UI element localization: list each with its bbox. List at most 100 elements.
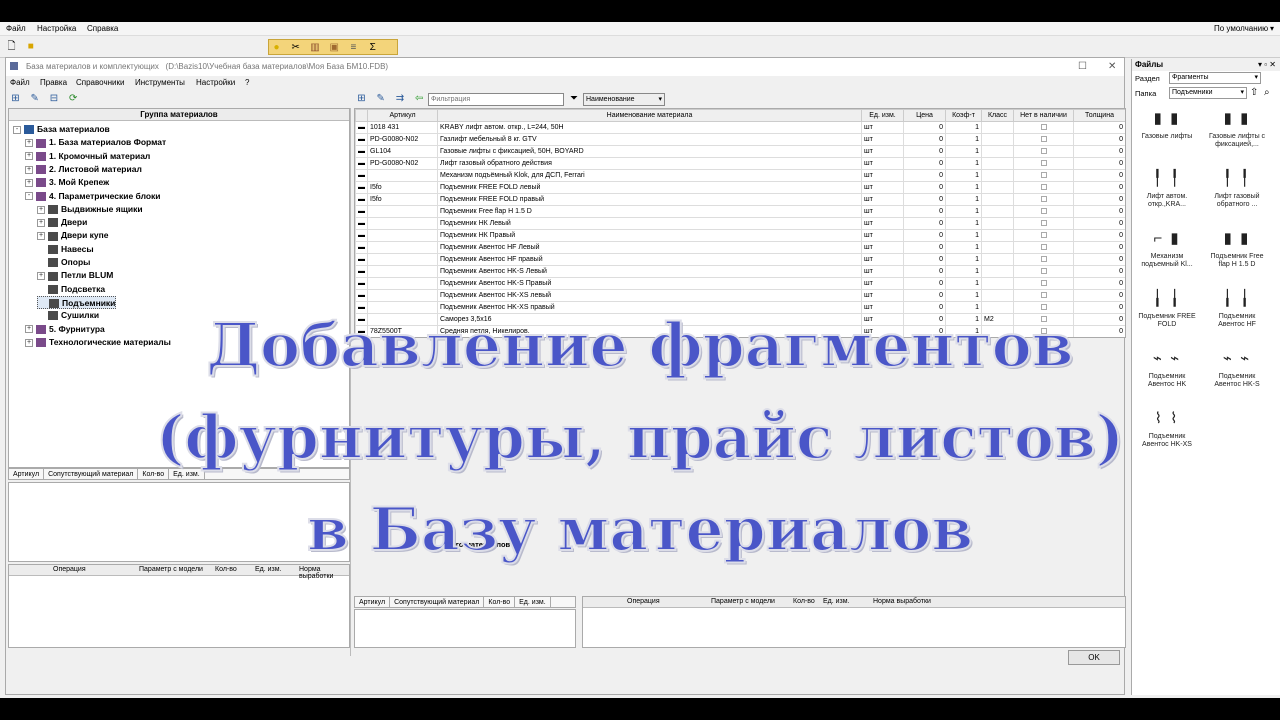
out-of-stock-checkbox[interactable] xyxy=(1040,231,1047,238)
ops-column-header[interactable]: Норма выработки xyxy=(873,598,931,605)
out-of-stock-checkbox[interactable] xyxy=(1040,219,1047,226)
collapse-icon[interactable]: - xyxy=(25,192,33,201)
out-of-stock-checkbox[interactable] xyxy=(1040,207,1047,214)
tree-node[interactable]: - 4. Параметрические блоки xyxy=(25,190,161,203)
table-row[interactable]: ▬ Подъемник Авентос HK-S Правый шт 0 1 0 xyxy=(355,277,1125,290)
table-row[interactable]: ▬ 1018 431 KRABY лифт автом. откр., L=244,… xyxy=(355,121,1125,134)
table-row[interactable]: ▬ Подъемник Free flap H 1.5 Dшт 0 1 0 xyxy=(355,205,1125,218)
column-header[interactable]: Толщина xyxy=(1073,109,1125,122)
tree-node[interactable]: Опоры xyxy=(37,256,90,269)
folder-select[interactable]: Подъемники ▾ xyxy=(1169,87,1247,99)
ops-column-header[interactable]: Ед. изм. xyxy=(823,598,850,605)
add-material-icon[interactable]: ⊞ xyxy=(354,91,369,106)
tree-node[interactable]: + Петли BLUM xyxy=(37,269,113,282)
column-header[interactable]: Класс xyxy=(981,109,1014,122)
tree-node[interactable]: Подсветка xyxy=(37,283,105,296)
submenu-file[interactable]: Файл xyxy=(10,78,30,87)
fragment-tile[interactable]: ▮ ▮ Подъемник Free flap H 1.5 D xyxy=(1208,225,1266,269)
menu-file[interactable]: Файл xyxy=(6,24,26,33)
back-arrow-icon[interactable]: ⇦ xyxy=(412,91,427,106)
submenu-references[interactable]: Справочники xyxy=(76,78,124,87)
submenu-about[interactable]: ? xyxy=(245,78,249,87)
ops-column-header[interactable]: Кол-во xyxy=(793,598,815,605)
tree-node[interactable]: + Выдвижные ящики xyxy=(37,203,143,216)
expand-icon[interactable]: + xyxy=(25,152,33,161)
chevron-down-icon[interactable]: ▾ xyxy=(1270,24,1274,33)
tree-node[interactable]: Навесы xyxy=(37,243,94,256)
ok-button[interactable]: OK xyxy=(1068,650,1120,665)
scissors-icon[interactable]: ✂ xyxy=(288,40,303,55)
table-row[interactable]: ▬ I5fo Подъемник FREE FOLD правый шт 0 1 0 xyxy=(355,193,1125,206)
folder-up-icon[interactable]: ⇧ xyxy=(1250,87,1258,98)
bulb-icon[interactable]: ● xyxy=(269,40,284,55)
expand-icon[interactable]: + xyxy=(25,178,33,187)
detail-tab[interactable]: Артикул xyxy=(355,597,391,608)
expand-icon[interactable]: + xyxy=(37,205,45,214)
column-header[interactable]: Цена xyxy=(903,109,946,122)
table-row[interactable]: ▬ GL104 Газовые лифты с фиксацией, 50H, BO… xyxy=(355,145,1125,158)
out-of-stock-checkbox[interactable] xyxy=(1040,195,1047,202)
out-of-stock-checkbox[interactable] xyxy=(1040,267,1047,274)
ops-column-header[interactable]: Операция xyxy=(627,598,660,605)
detail-tab[interactable]: Ед. изм. xyxy=(515,597,551,608)
table-row[interactable]: ▬ Подъемник НК Левый шт 0 1 0 xyxy=(355,217,1125,230)
search-icon[interactable]: ⌕ xyxy=(1264,87,1270,98)
tree-node[interactable]: +3. Мой Крепеж xyxy=(25,176,109,189)
stack-icon[interactable]: ≡ xyxy=(346,40,361,55)
table-row[interactable]: ▬ PD-G0080-N02 Лифт газовый обратного дейс… xyxy=(355,157,1125,170)
cabinet-icon[interactable]: ▥ xyxy=(307,40,322,55)
column-header[interactable]: Наименование материала xyxy=(437,109,862,122)
submenu-tools[interactable]: Инструменты xyxy=(135,78,185,87)
refresh-icon[interactable]: ⟳ xyxy=(66,91,81,106)
add-group-icon[interactable]: ⊞ xyxy=(8,91,23,106)
out-of-stock-checkbox[interactable] xyxy=(1040,171,1047,178)
submenu-settings[interactable]: Настройки xyxy=(196,78,235,87)
out-of-stock-checkbox[interactable] xyxy=(1040,159,1047,166)
table-row[interactable]: ▬ I5fo Подъемник FREE FOLD левый шт 0 1 0 xyxy=(355,181,1125,194)
close-icon[interactable]: ✕ xyxy=(1108,61,1116,72)
fragment-tile[interactable]: ⌐ ▮ Механизм подъемный Kl... xyxy=(1138,225,1196,269)
section-select[interactable]: Фрагменты ▾ xyxy=(1169,72,1261,84)
tree-filter-icon[interactable]: ⊟ xyxy=(46,91,61,106)
edit-group-icon[interactable]: ✎ xyxy=(27,91,42,106)
out-of-stock-checkbox[interactable] xyxy=(1040,147,1047,154)
collapse-icon[interactable]: - xyxy=(13,125,21,134)
tree-node[interactable]: - База материалов xyxy=(13,123,110,136)
column-header[interactable]: Нет в наличии xyxy=(1013,109,1074,122)
table-row[interactable]: ▬ Подъемник НК Правый шт 0 1 0 xyxy=(355,229,1125,242)
column-header[interactable]: Ед. изм. xyxy=(861,109,904,122)
out-of-stock-checkbox[interactable] xyxy=(1040,243,1047,250)
submenu-edit[interactable]: Правка xyxy=(40,78,67,87)
tree-node[interactable]: + Двери купе xyxy=(37,229,109,242)
detail-tab[interactable]: Сопутствующий материал xyxy=(390,597,485,608)
move-material-icon[interactable]: ⇉ xyxy=(392,91,407,106)
open-folder-icon[interactable]: ■ xyxy=(23,39,38,54)
out-of-stock-checkbox[interactable] xyxy=(1040,135,1047,142)
profile-select[interactable]: По умолчанию xyxy=(1214,24,1268,33)
out-of-stock-checkbox[interactable] xyxy=(1040,255,1047,262)
out-of-stock-checkbox[interactable] xyxy=(1040,279,1047,286)
panel-controls-icon[interactable]: ▾ ▫ ✕ xyxy=(1258,59,1276,71)
fragment-tile[interactable]: ╿ ╿ Лифт автом. откр.,KRA... xyxy=(1138,165,1196,209)
table-row[interactable]: ▬ Механизм подъёмный Klok, для ДСП, Ferra… xyxy=(355,169,1125,182)
fragment-tile[interactable]: ▮ ▮ Газовые лифты с фиксацией,... xyxy=(1208,105,1266,149)
expand-icon[interactable]: + xyxy=(25,165,33,174)
tree-node[interactable]: +1. Кромочный материал xyxy=(25,150,150,163)
expand-icon[interactable]: + xyxy=(37,272,45,281)
expand-icon[interactable]: + xyxy=(37,218,45,227)
tree-node[interactable]: +2. Листовой материал xyxy=(25,163,142,176)
sum-icon[interactable]: Σ xyxy=(365,40,380,55)
menu-help[interactable]: Справка xyxy=(87,24,118,33)
tree-node[interactable]: + Двери xyxy=(37,216,87,229)
out-of-stock-checkbox[interactable] xyxy=(1040,291,1047,298)
table-row[interactable]: ▬ Подъемник Авентос HF правый шт 0 1 0 xyxy=(355,253,1125,266)
detail-tab[interactable]: Кол-во xyxy=(484,597,516,608)
out-of-stock-checkbox[interactable] xyxy=(1040,183,1047,190)
out-of-stock-checkbox[interactable] xyxy=(1040,123,1047,130)
box-icon[interactable]: ▣ xyxy=(327,40,342,55)
table-row[interactable]: ▬ Подъемник Авентос HF Левый шт 0 1 0 xyxy=(355,241,1125,254)
ops-column-header[interactable]: Параметр с модели xyxy=(711,598,775,605)
edit-material-icon[interactable]: ✎ xyxy=(373,91,388,106)
expand-icon[interactable]: + xyxy=(37,232,45,241)
sort-field-select[interactable]: Наименование ▾ xyxy=(583,93,665,106)
